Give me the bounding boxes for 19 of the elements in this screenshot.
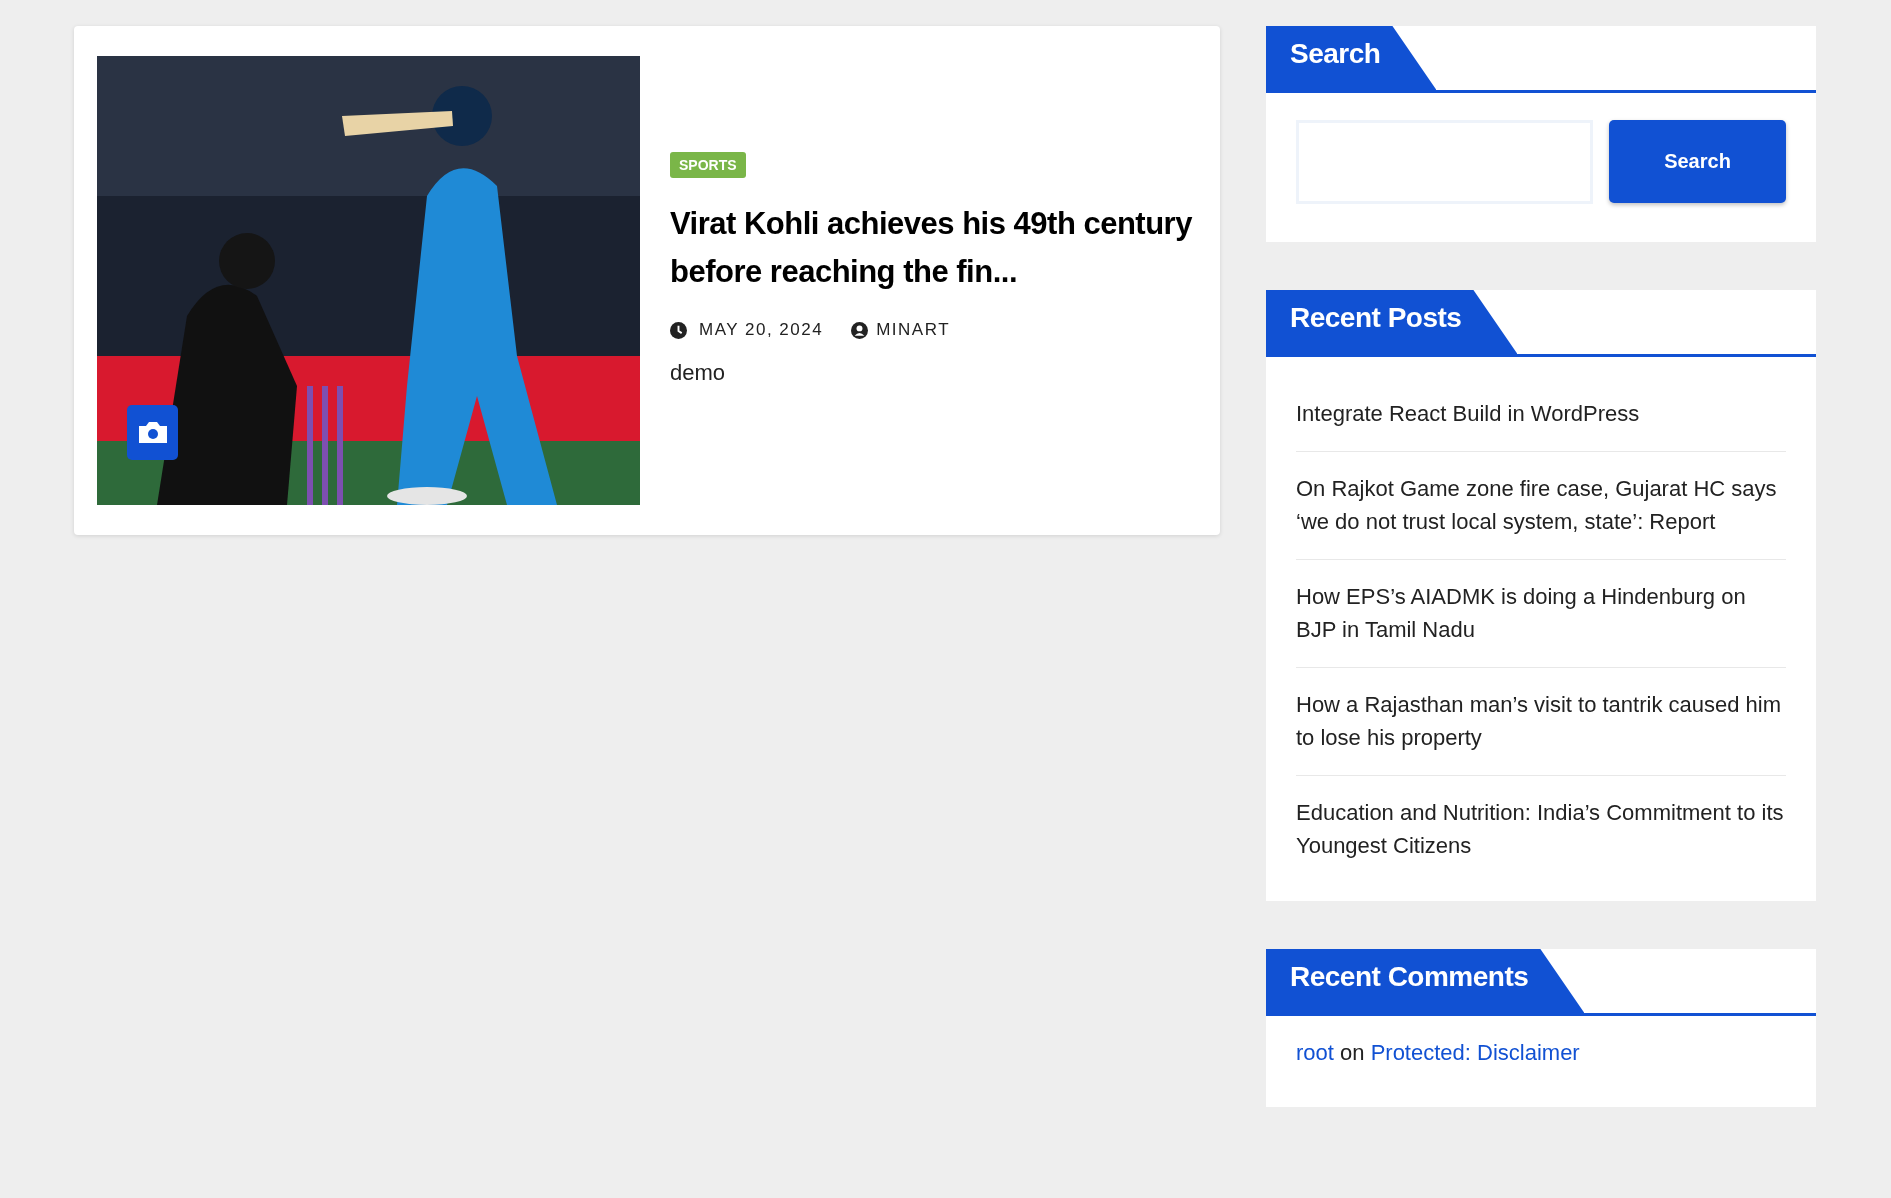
search-button[interactable]: Search [1609,120,1786,203]
recent-post-link[interactable]: Integrate React Build in WordPress [1296,397,1786,430]
widget-title: Recent Comments [1266,949,1585,1013]
recent-post-link[interactable]: Education and Nutrition: India’s Commitment to its Youngest Citizens [1296,796,1786,862]
recent-post-link[interactable]: How EPS’s AIADMK is doing a Hindenburg on BJP in Tamil Nadu [1296,580,1786,646]
recent-post-link[interactable]: On Rajkot Game zone fire case, Gujarat HC says ‘we do not trust local system, state’: Report [1296,472,1786,538]
user-icon [851,321,869,339]
widget-title: Recent Posts [1266,290,1518,354]
post-author[interactable]: MINART [876,320,951,340]
recent-post-link[interactable]: How a Rajasthan man’s visit to tantrik caused him to lose his property [1296,688,1786,754]
post-title[interactable]: Virat Kohli achieves his 49th century before reaching the fin... [670,200,1197,296]
post-date[interactable]: MAY 20, 2024 [699,320,824,340]
widget-title: Search [1266,26,1437,90]
recent-comment: root on Protected: Disclaimer [1296,1039,1581,1067]
clock-icon [670,321,687,339]
comment-post-link[interactable]: Protected: Disclaimer [1370,1040,1580,1065]
post-excerpt: demo [670,360,727,386]
comment-author-link[interactable]: root [1296,1040,1334,1065]
camera-icon [127,405,178,460]
